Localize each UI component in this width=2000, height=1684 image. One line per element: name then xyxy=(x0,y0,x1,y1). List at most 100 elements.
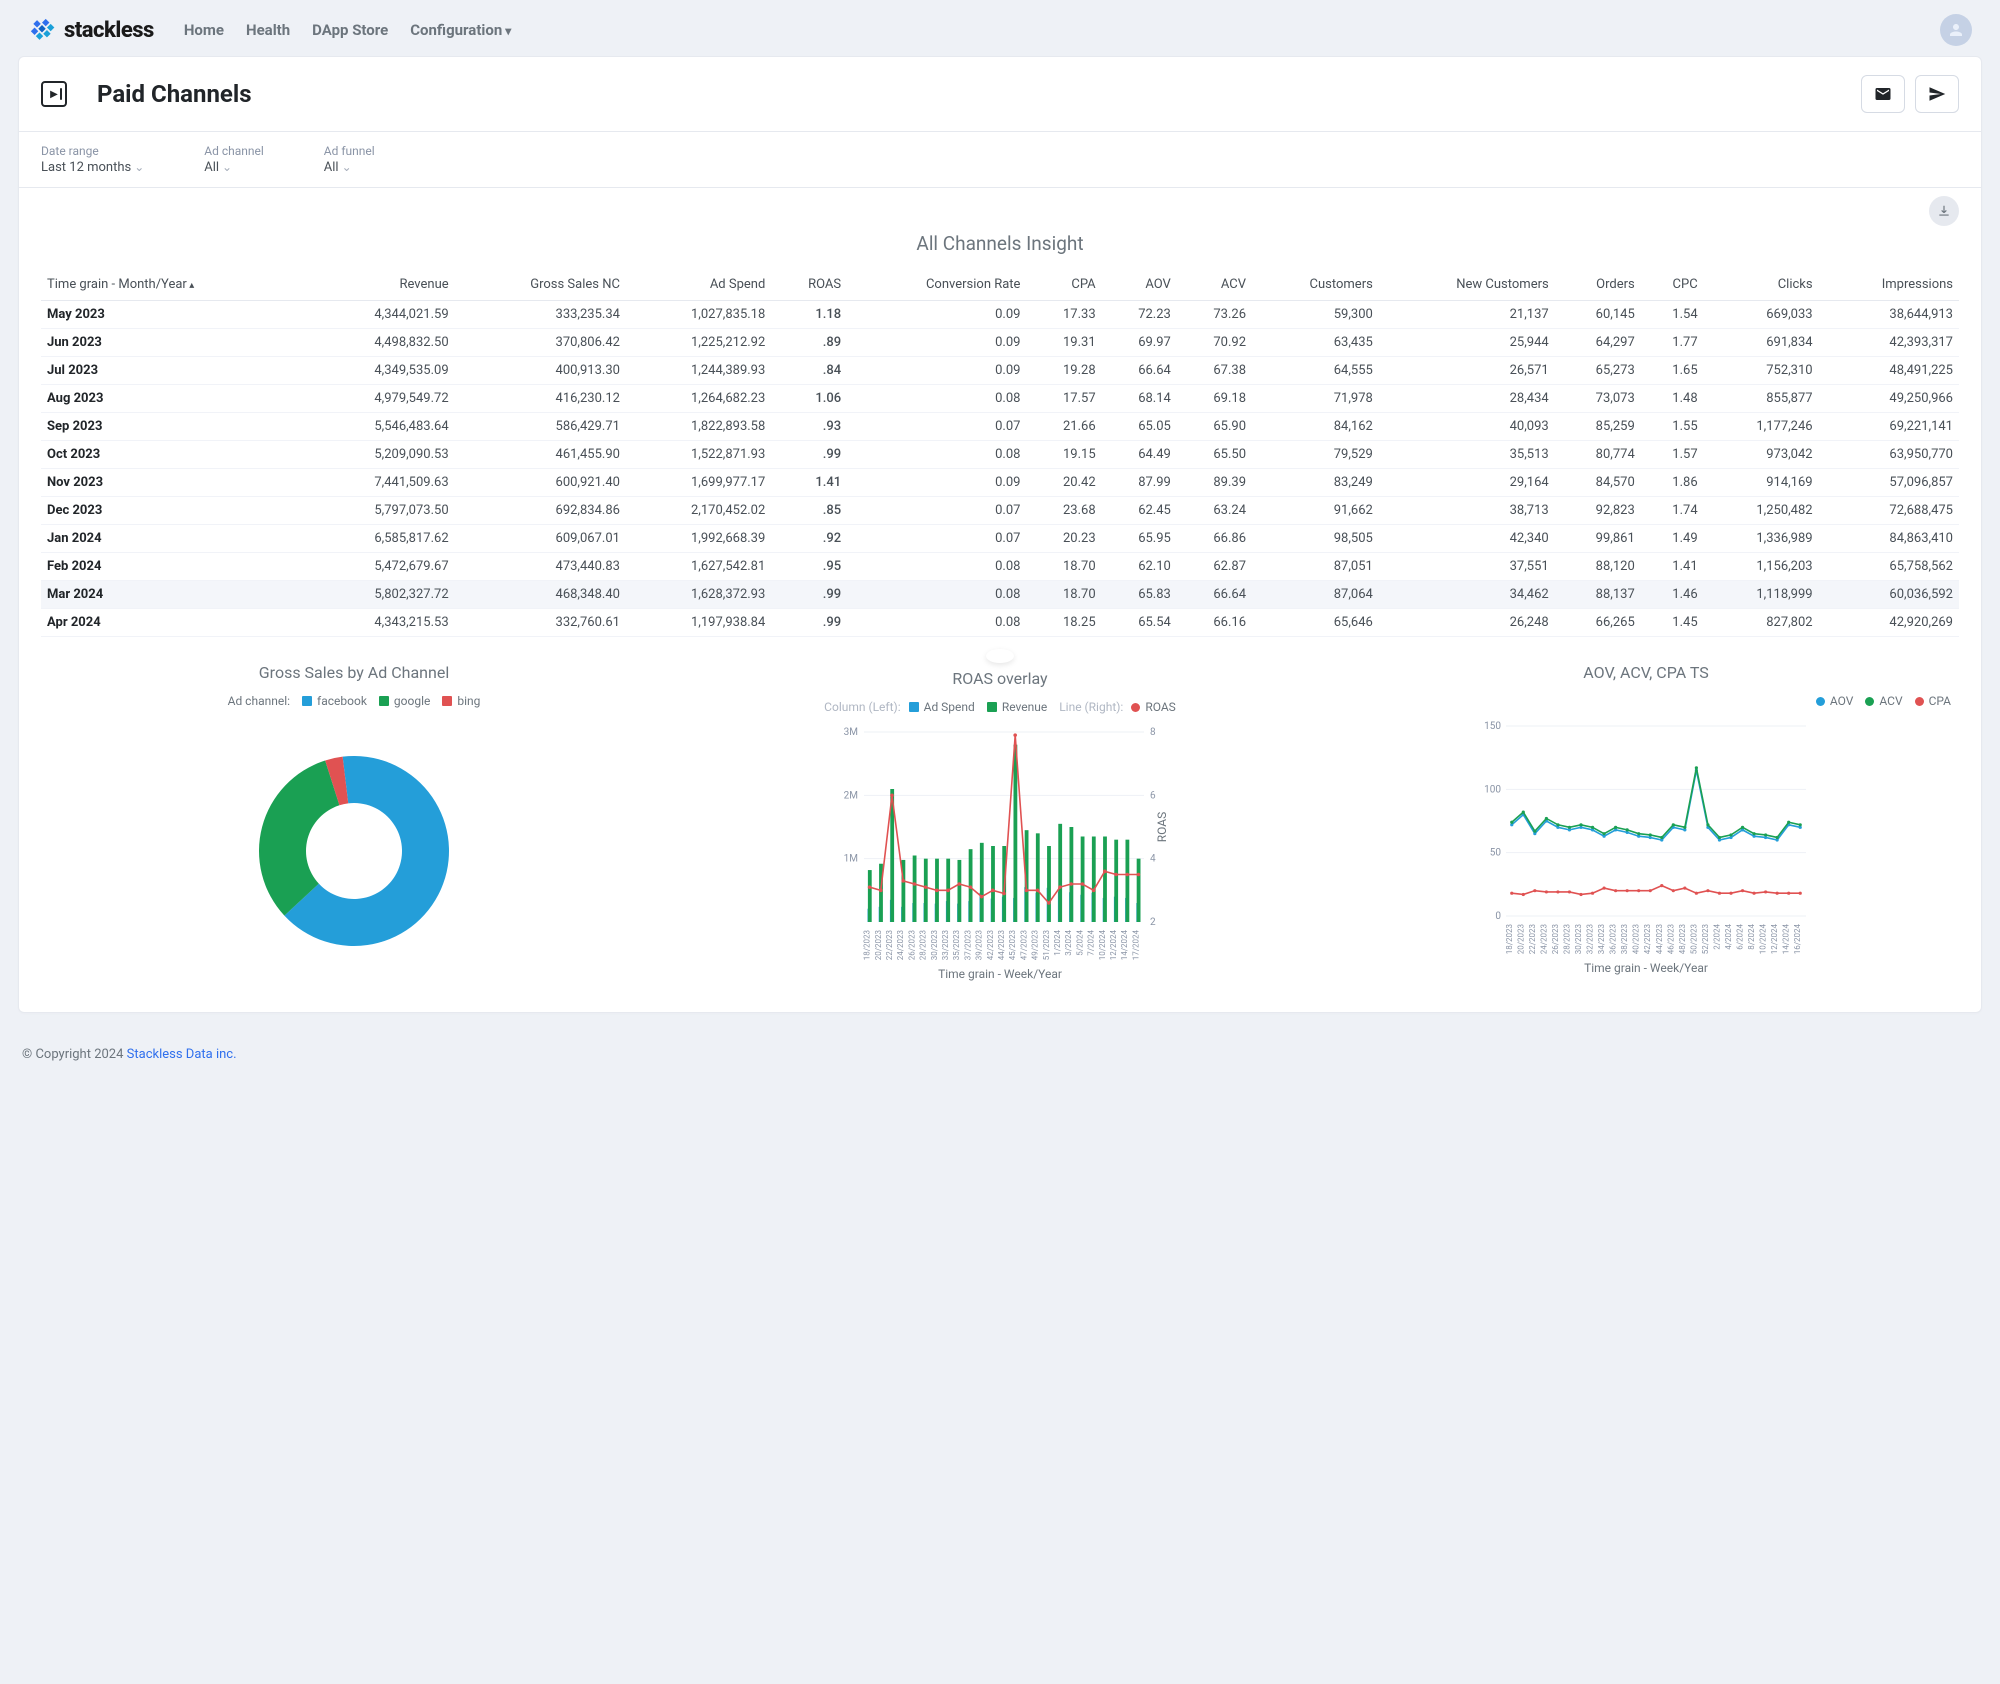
svg-text:16/2024: 16/2024 xyxy=(1793,924,1802,955)
chart-ts-title: AOV, ACV, CPA TS xyxy=(1583,663,1709,682)
table-row[interactable]: Oct 20235,209,090.53461,455.901,522,871.… xyxy=(41,441,1959,469)
svg-text:7/2024: 7/2024 xyxy=(1087,929,1096,955)
svg-text:22/2023: 22/2023 xyxy=(885,930,894,960)
legend-acv[interactable]: ACV xyxy=(1865,694,1902,708)
svg-text:18/2023: 18/2023 xyxy=(1505,924,1514,954)
footer-link[interactable]: Stackless Data inc. xyxy=(127,1047,237,1062)
col-header[interactable]: Time grain - Month/Year xyxy=(41,269,309,301)
email-button[interactable] xyxy=(1861,75,1905,113)
svg-text:14/2024: 14/2024 xyxy=(1120,930,1129,961)
page-header: Paid Channels xyxy=(19,57,1981,132)
svg-text:47/2023: 47/2023 xyxy=(1019,930,1028,960)
filter-bar: Date range Last 12 months Ad channel All… xyxy=(19,132,1981,188)
legend-roas[interactable]: ROAS xyxy=(1131,700,1175,714)
table-row[interactable]: Jul 20234,349,535.09400,913.301,244,389.… xyxy=(41,357,1959,385)
brand-logo[interactable]: stackless xyxy=(28,16,154,44)
filter-date-range: Date range Last 12 months xyxy=(41,144,144,175)
run-query-icon[interactable] xyxy=(41,81,67,107)
svg-text:4: 4 xyxy=(1150,854,1156,865)
svg-text:12/2024: 12/2024 xyxy=(1109,930,1118,961)
table-row[interactable]: May 20234,344,021.59333,235.341,027,835.… xyxy=(41,301,1959,329)
col-header[interactable]: CPC xyxy=(1641,269,1704,301)
svg-text:24/2023: 24/2023 xyxy=(896,930,905,960)
svg-text:34/2023: 34/2023 xyxy=(1597,924,1606,954)
col-header[interactable]: Orders xyxy=(1555,269,1641,301)
col-header[interactable]: Ad Spend xyxy=(626,269,771,301)
table-row[interactable]: Aug 20234,979,549.72416,230.121,264,682.… xyxy=(41,385,1959,413)
col-header[interactable]: ACV xyxy=(1177,269,1252,301)
svg-text:24/2023: 24/2023 xyxy=(1539,924,1548,954)
table-row[interactable]: Mar 20245,802,327.72468,348.401,628,372.… xyxy=(41,581,1959,609)
svg-text:12/2024: 12/2024 xyxy=(1770,924,1779,955)
table-row[interactable]: Jan 20246,585,817.62609,067.011,992,668.… xyxy=(41,525,1959,553)
nav-dapp-store[interactable]: DApp Store xyxy=(312,21,388,39)
svg-text:45/2023: 45/2023 xyxy=(1008,930,1017,960)
table-row[interactable]: Nov 20237,441,509.63600,921.401,699,977.… xyxy=(41,469,1959,497)
svg-text:42/2023: 42/2023 xyxy=(1643,924,1652,954)
svg-text:46/2023: 46/2023 xyxy=(1666,924,1675,954)
chart-ts-legend: AOV ACV CPA xyxy=(1333,694,1959,708)
svg-text:44/2023: 44/2023 xyxy=(1655,924,1664,954)
envelope-icon xyxy=(1874,85,1892,103)
filter-date-value[interactable]: Last 12 months xyxy=(41,160,144,175)
filter-ad-funnel: Ad funnel All xyxy=(324,144,375,175)
filter-funnel-label: Ad funnel xyxy=(324,144,375,158)
svg-text:30/2023: 30/2023 xyxy=(930,930,939,960)
filter-channel-value[interactable]: All xyxy=(204,160,264,175)
table-row[interactable]: Dec 20235,797,073.50692,834.862,170,452.… xyxy=(41,497,1959,525)
col-header[interactable]: Clicks xyxy=(1704,269,1819,301)
svg-text:3/2024: 3/2024 xyxy=(1064,929,1073,955)
roas-chart-svg: 1M2M3M2468ROAS18/202320/202322/202324/20… xyxy=(687,722,1313,982)
col-header[interactable]: Revenue xyxy=(309,269,454,301)
brand-name: stackless xyxy=(64,18,154,43)
stackless-logo-icon xyxy=(28,16,56,44)
chart-aov-acv-cpa: AOV, ACV, CPA TS AOV ACV CPA 05010015018… xyxy=(1333,663,1959,982)
col-header[interactable]: Impressions xyxy=(1819,269,1959,301)
col-header[interactable]: ROAS xyxy=(771,269,847,301)
legend-revenue[interactable]: Revenue xyxy=(987,700,1047,714)
svg-text:1M: 1M xyxy=(844,854,858,865)
roas-right-label: Line (Right): xyxy=(1059,700,1123,714)
table-row[interactable]: Jun 20234,498,832.50370,806.421,225,212.… xyxy=(41,329,1959,357)
svg-text:26/2023: 26/2023 xyxy=(907,930,916,960)
download-button[interactable] xyxy=(1929,196,1959,226)
legend-aov[interactable]: AOV xyxy=(1816,694,1854,708)
svg-text:4/2024: 4/2024 xyxy=(1724,923,1733,949)
table-row[interactable]: Feb 20245,472,679.67473,440.831,627,542.… xyxy=(41,553,1959,581)
table-row[interactable]: Sep 20235,546,483.64586,429.711,822,893.… xyxy=(41,413,1959,441)
user-avatar[interactable] xyxy=(1940,14,1972,46)
nav-home[interactable]: Home xyxy=(184,21,224,39)
ts-chart-svg: 05010015018/202320/202322/202324/202326/… xyxy=(1333,716,1959,976)
send-button[interactable] xyxy=(1915,75,1959,113)
legend-adspend[interactable]: Ad Spend xyxy=(909,700,975,714)
table-row[interactable]: Apr 20244,343,215.53332,760.611,197,938.… xyxy=(41,609,1959,637)
chart-roas-overlay: ROAS overlay Column (Left): Ad Spend Rev… xyxy=(687,663,1313,982)
legend-cpa[interactable]: CPA xyxy=(1915,694,1951,708)
svg-text:100: 100 xyxy=(1484,784,1501,795)
nav-configuration[interactable]: Configuration xyxy=(410,21,511,39)
svg-text:150: 150 xyxy=(1484,721,1501,732)
col-header[interactable]: Customers xyxy=(1252,269,1379,301)
svg-text:0: 0 xyxy=(1495,911,1501,922)
svg-text:8/2024: 8/2024 xyxy=(1747,923,1756,949)
col-header[interactable]: AOV xyxy=(1102,269,1177,301)
svg-text:14/2024: 14/2024 xyxy=(1782,924,1791,955)
svg-text:Time grain - Week/Year: Time grain - Week/Year xyxy=(1584,961,1708,975)
svg-text:6/2024: 6/2024 xyxy=(1736,923,1745,949)
col-header[interactable]: Gross Sales NC xyxy=(455,269,626,301)
legend-facebook[interactable]: facebook xyxy=(302,694,367,708)
col-header[interactable]: Conversion Rate xyxy=(847,269,1026,301)
chart-handle-icon xyxy=(986,649,1014,663)
col-header[interactable]: New Customers xyxy=(1379,269,1555,301)
svg-text:35/2023: 35/2023 xyxy=(952,930,961,960)
filter-funnel-value[interactable]: All xyxy=(324,160,375,175)
svg-text:52/2023: 52/2023 xyxy=(1701,924,1710,954)
legend-bing[interactable]: bing xyxy=(442,694,480,708)
svg-text:17/2024: 17/2024 xyxy=(1131,930,1140,961)
col-header[interactable]: CPA xyxy=(1026,269,1101,301)
nav-health[interactable]: Health xyxy=(246,21,290,39)
svg-text:28/2023: 28/2023 xyxy=(919,930,928,960)
download-icon xyxy=(1937,204,1951,218)
legend-google[interactable]: google xyxy=(379,694,430,708)
svg-text:ROAS: ROAS xyxy=(1155,812,1169,842)
